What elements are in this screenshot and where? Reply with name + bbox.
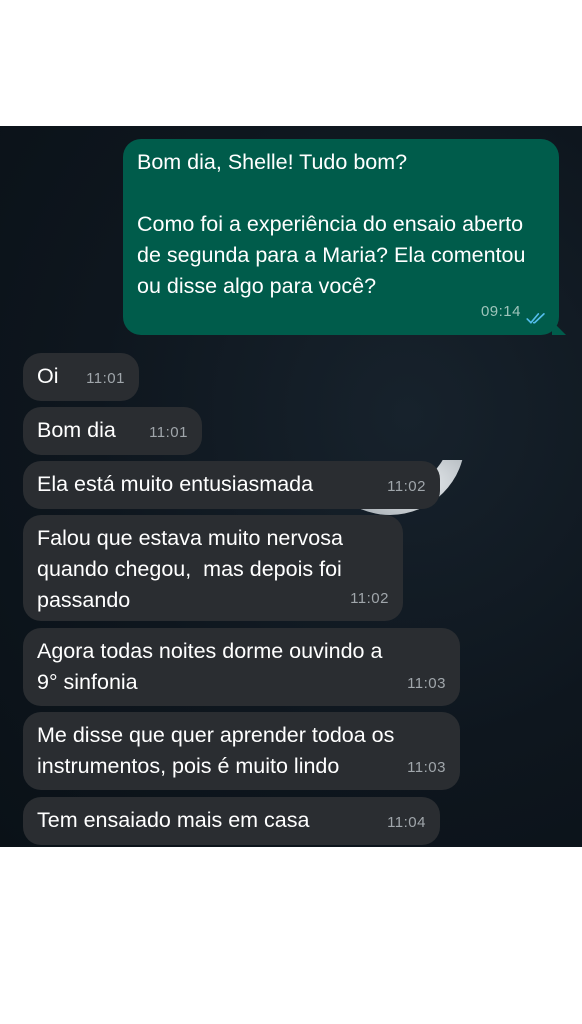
message-time: 11:02 bbox=[350, 590, 389, 607]
bubble-tail bbox=[552, 321, 566, 335]
incoming-message[interactable]: Tem ensaiado mais em casa 11:04 bbox=[23, 797, 440, 845]
incoming-message[interactable]: Falou que estava muito nervosa quando ch… bbox=[23, 515, 403, 621]
incoming-message[interactable]: Agora todas noites dorme ouvindo a 9° si… bbox=[23, 628, 460, 706]
message-time: 11:01 bbox=[86, 370, 125, 387]
message-time: 11:03 bbox=[407, 759, 446, 776]
message-time: 09:14 bbox=[480, 303, 521, 320]
message-text: Ela está muito entusiasmada bbox=[37, 472, 314, 496]
message-time: 11:01 bbox=[149, 424, 188, 441]
message-time: 11:03 bbox=[407, 675, 446, 692]
message-time: 11:02 bbox=[387, 478, 426, 495]
outgoing-message[interactable]: Bom dia, Shelle! Tudo bom? Como foi a ex… bbox=[123, 139, 559, 335]
message-time: 11:04 bbox=[387, 814, 426, 831]
incoming-message[interactable]: Me disse que quer aprender todoa os inst… bbox=[23, 712, 460, 790]
message-text: Agora todas noites dorme ouvindo a 9° si… bbox=[37, 639, 383, 694]
message-text: Tem ensaiado mais em casa bbox=[37, 808, 310, 832]
incoming-message[interactable]: Oi 11:01 bbox=[23, 353, 139, 401]
incoming-message[interactable]: Bom dia 11:01 bbox=[23, 407, 202, 455]
double-check-read-icon bbox=[526, 313, 545, 324]
chat-area[interactable]: Bom dia, Shelle! Tudo bom? Como foi a ex… bbox=[0, 126, 582, 847]
message-text: Falou que estava muito nervosa quando ch… bbox=[37, 526, 343, 612]
message-text: Me disse que quer aprender todoa os inst… bbox=[37, 723, 395, 778]
incoming-message[interactable]: Ela está muito entusiasmada 11:02 bbox=[23, 461, 440, 509]
message-text: Bom dia, Shelle! Tudo bom? Como foi a ex… bbox=[137, 150, 526, 298]
